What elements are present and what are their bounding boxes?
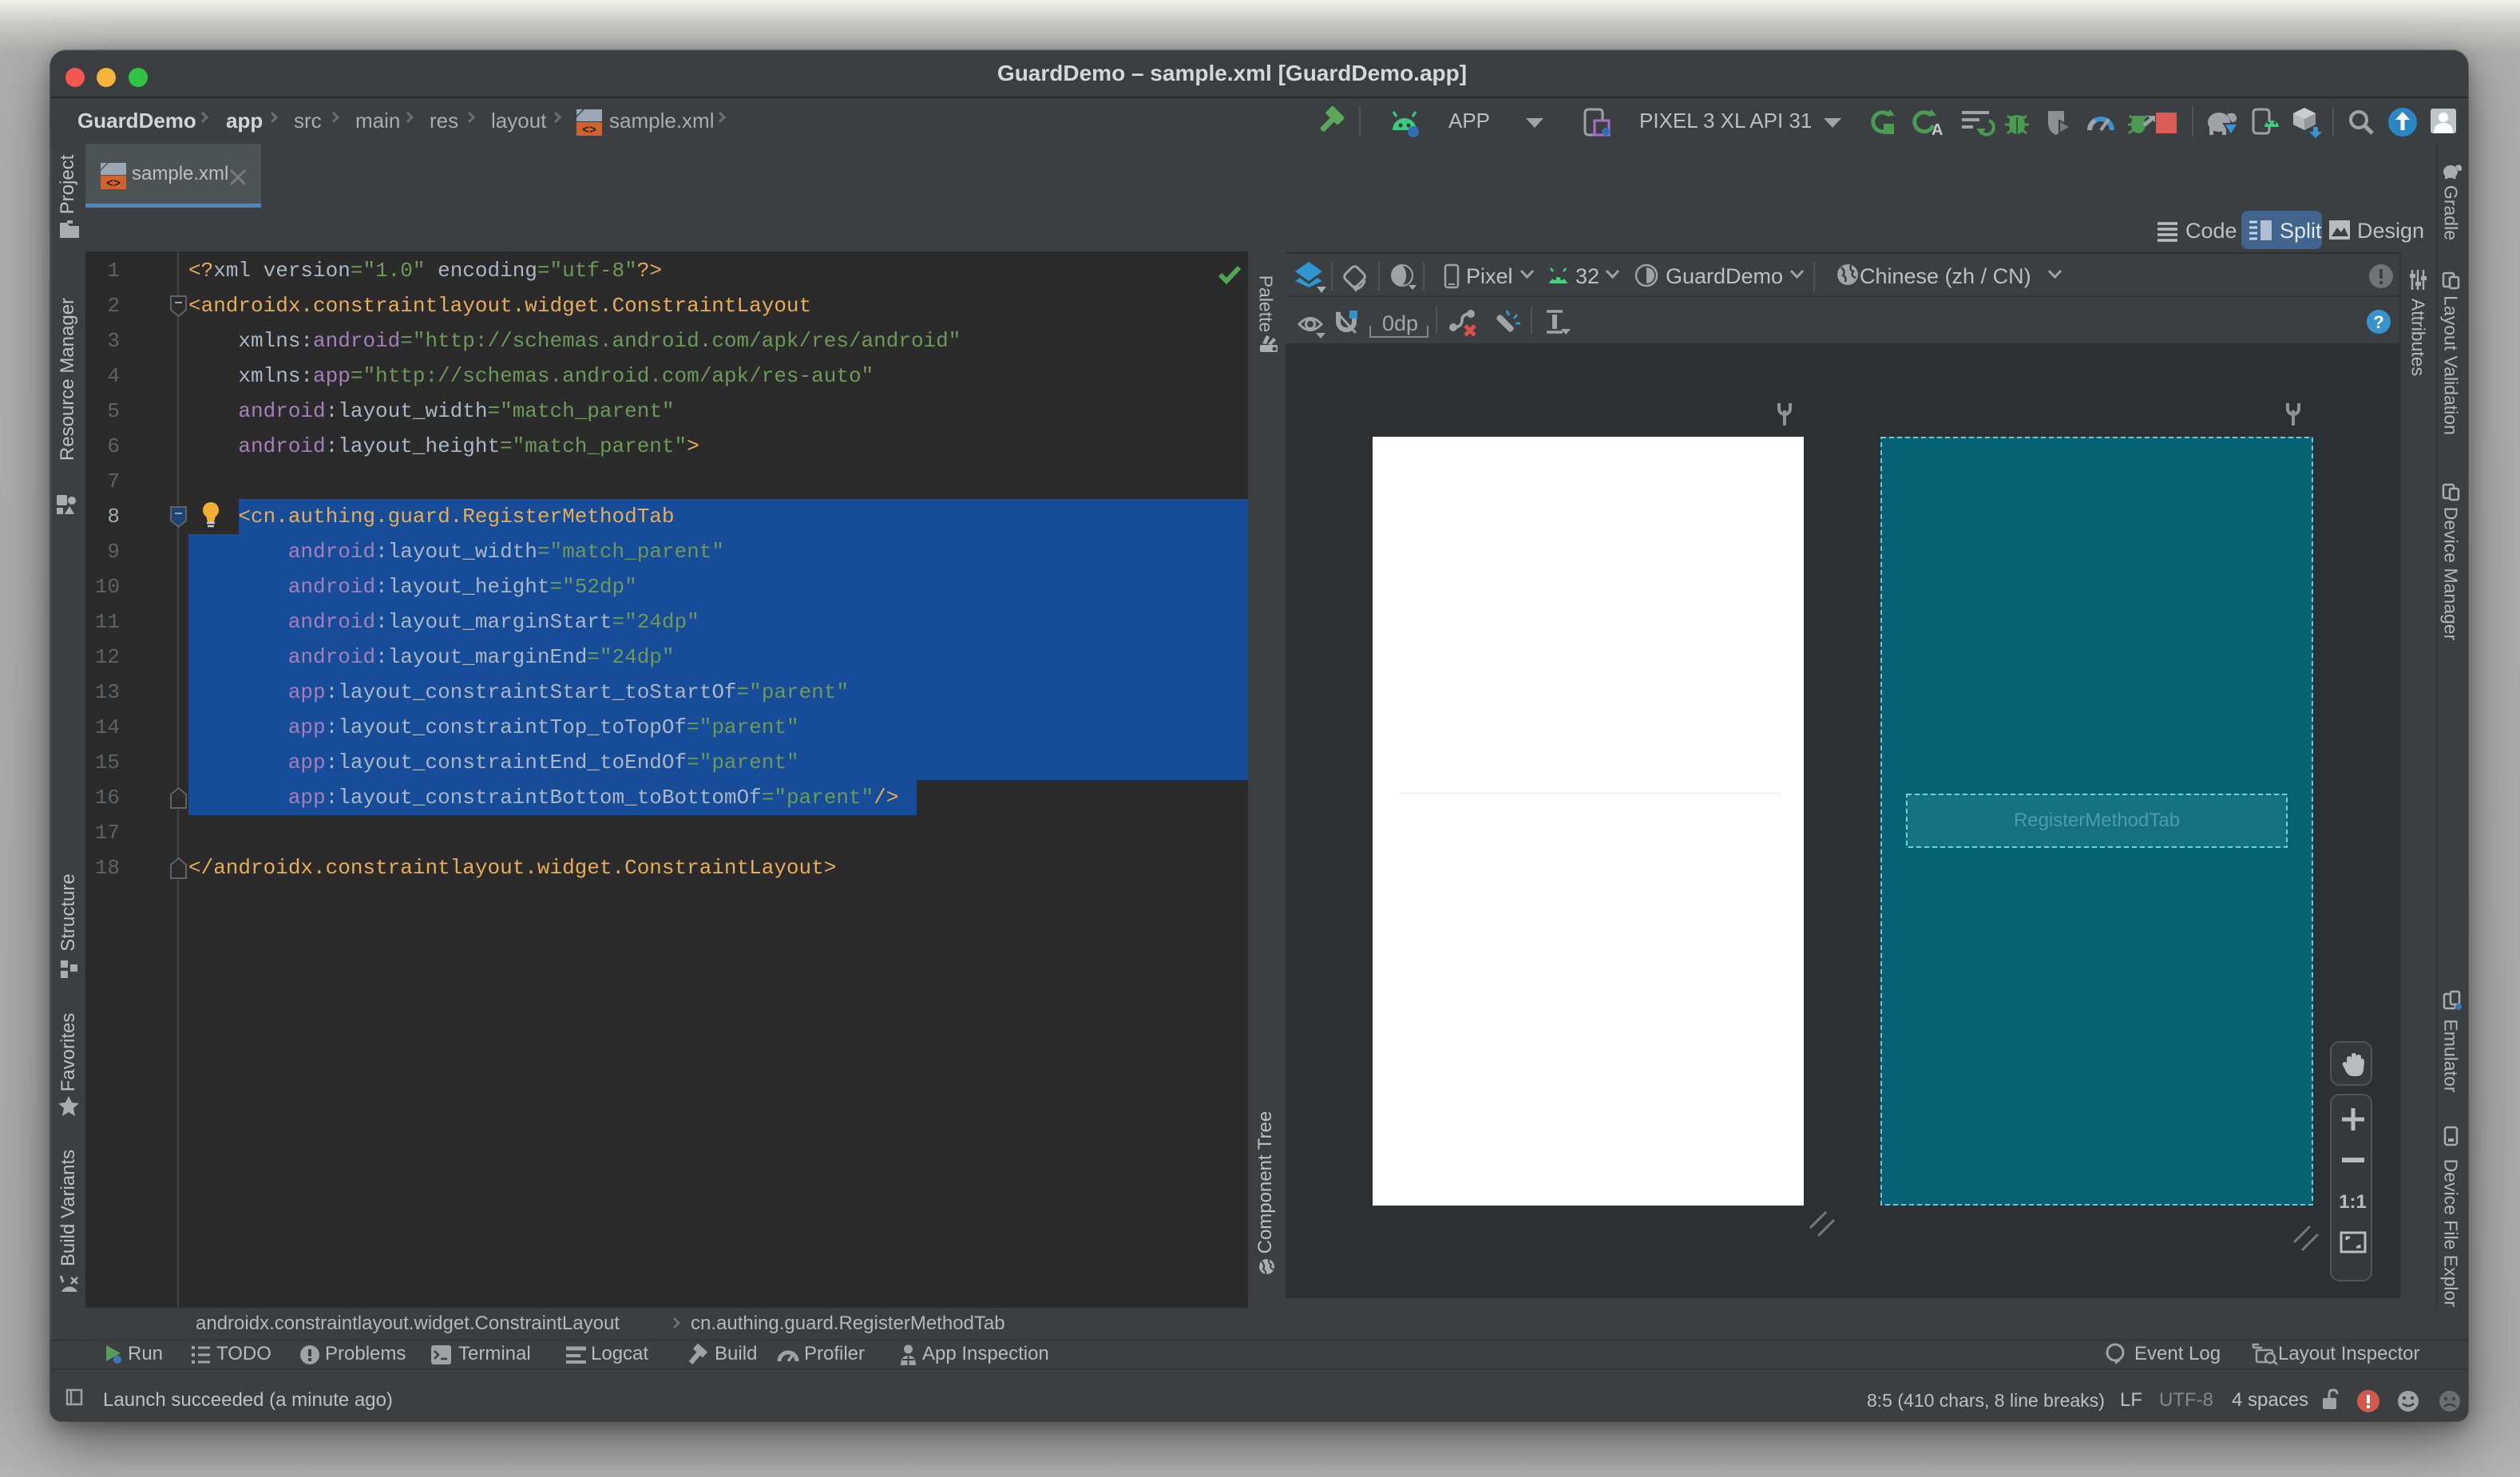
svg-text:?: ? <box>2373 312 2383 332</box>
svg-text:<>: <> <box>106 177 121 191</box>
svg-text:<>: <> <box>582 124 596 137</box>
svg-text:A: A <box>1932 121 1943 139</box>
